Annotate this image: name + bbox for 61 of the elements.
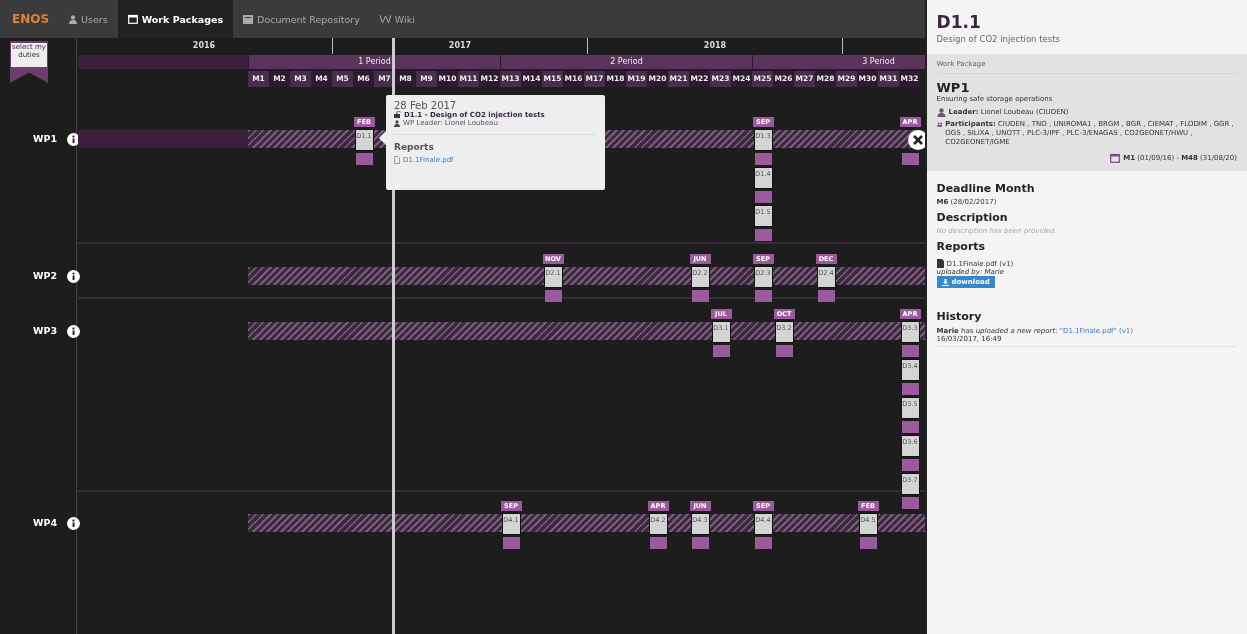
info-icon[interactable]	[67, 517, 80, 530]
file-icon	[394, 156, 400, 164]
deliverable-status	[901, 383, 919, 395]
deliverable-status	[901, 421, 919, 433]
section-heading: Description	[936, 211, 1009, 224]
deliverable-status	[817, 290, 835, 302]
work-package-label[interactable]: WP4	[33, 516, 58, 530]
deliverable-status	[754, 290, 772, 302]
nav-tab[interactable]: Users	[59, 0, 118, 38]
info-icon[interactable]	[67, 270, 80, 283]
deliverable-status	[754, 537, 772, 549]
deliverable-title: D1.1	[935, 11, 982, 32]
section-heading: Deadline Month	[936, 182, 1036, 195]
work-package-label[interactable]: WP3	[33, 324, 58, 338]
user-icon	[394, 119, 400, 127]
deliverable-status	[901, 459, 919, 471]
user-icon	[69, 14, 78, 24]
nav-tab[interactable]: Document Repository	[233, 0, 370, 38]
download-icon	[941, 278, 949, 286]
nav-tab[interactable]: Work Packages	[117, 0, 234, 38]
deliverable-status	[712, 345, 730, 357]
section-heading: History	[936, 310, 983, 323]
deliverable-status	[691, 290, 709, 302]
info-icon[interactable]	[67, 325, 80, 338]
deliverable-status	[754, 191, 772, 203]
period-header: 3 Period	[752, 55, 925, 69]
deliverable-status	[544, 290, 562, 302]
tooltip-reports-heading: Reports	[394, 142, 435, 152]
deliverable-status	[901, 497, 919, 509]
deliverable-status	[901, 345, 919, 357]
deliverable-subtitle: Design of CO2 injection tests	[935, 33, 1061, 46]
period-header: 1 Period	[248, 55, 500, 69]
work-package-bar[interactable]	[248, 322, 925, 340]
work-package-label[interactable]: WP1	[33, 132, 58, 146]
brand-logo[interactable]: ENOS	[6, 12, 60, 26]
deliverable-status	[502, 537, 520, 549]
deliverable-status	[754, 229, 772, 241]
section-heading: Reports	[936, 240, 987, 253]
year-header: 2018	[588, 38, 843, 54]
deliverable-status	[649, 537, 667, 549]
close-icon[interactable]	[908, 130, 925, 150]
work-package-name: WP1	[936, 80, 970, 95]
wiki-icon	[379, 15, 391, 23]
book-icon	[243, 14, 254, 24]
deliverable-status	[775, 345, 793, 357]
user-icon	[936, 108, 946, 117]
deliverable-status	[901, 153, 919, 165]
calendar-icon	[127, 14, 138, 24]
deliverable-status	[355, 153, 373, 165]
deliverable-status	[754, 153, 772, 165]
year-header: 2016	[76, 38, 333, 54]
tooltip-date: 28 Feb 2017	[394, 100, 458, 111]
deliverable-status	[691, 537, 709, 549]
work-package-label[interactable]: WP2	[33, 269, 58, 283]
file-icon	[936, 259, 944, 268]
users-icon	[936, 120, 943, 129]
period-header: 2 Period	[500, 55, 752, 69]
nav-tab[interactable]: Wiki	[369, 0, 425, 38]
calendar-icon	[1110, 153, 1121, 163]
deliverable-status	[859, 537, 877, 549]
lock-icon	[394, 111, 401, 118]
